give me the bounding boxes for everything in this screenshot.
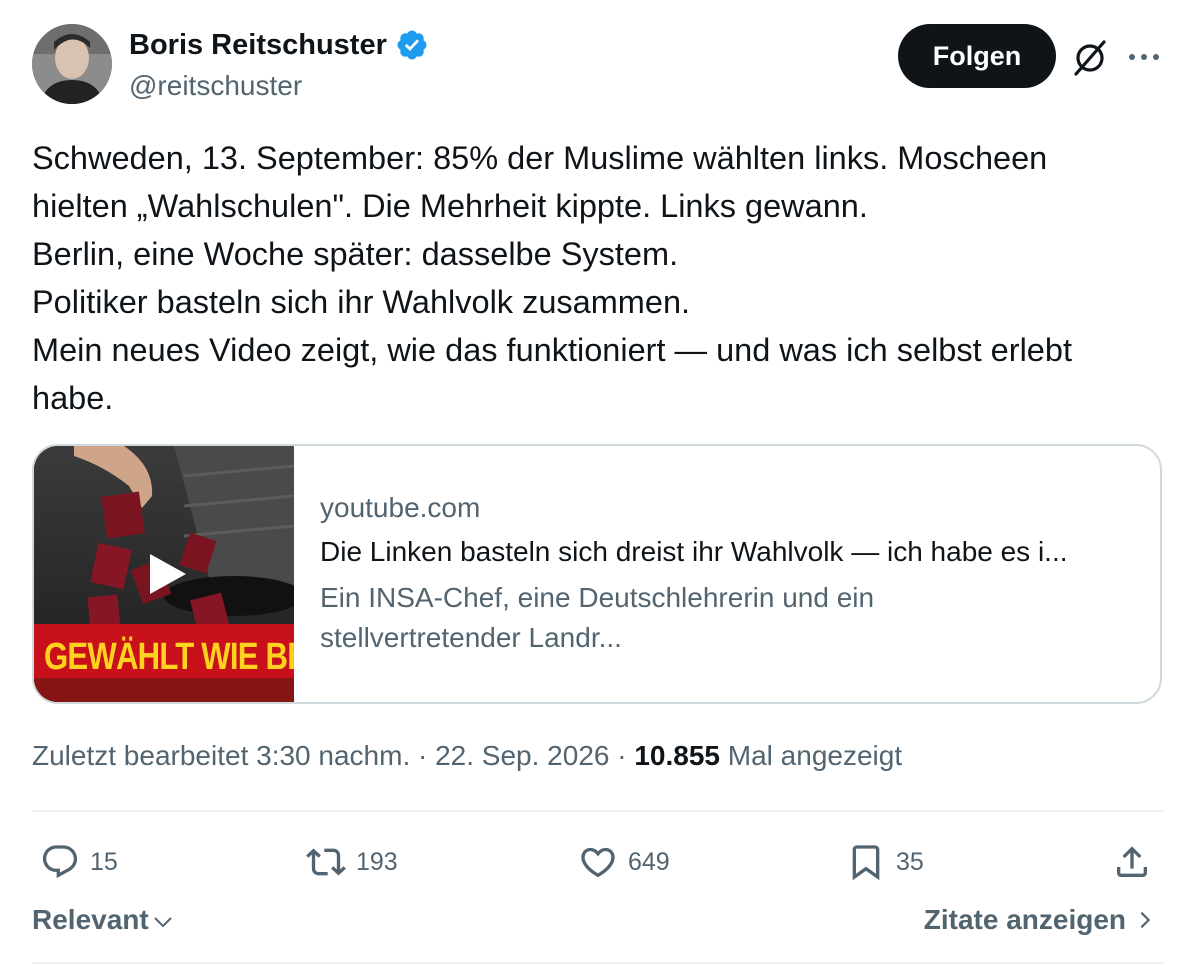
heart-icon bbox=[581, 847, 615, 878]
sort-dropdown[interactable]: Relevant bbox=[32, 904, 175, 936]
thumbnail-banner-text: GEWÄHLT WIE BES bbox=[44, 636, 294, 678]
tweet-text: Schweden, 13. September: 85% der Muslime… bbox=[32, 134, 1172, 422]
verified-badge-icon bbox=[397, 30, 427, 60]
tweet-line: Berlin, eine Woche später: dasselbe Syst… bbox=[32, 236, 679, 272]
bookmark-icon bbox=[852, 845, 880, 881]
tweet-line: habe. bbox=[32, 380, 114, 416]
views-label: Mal angezeigt bbox=[720, 740, 903, 771]
share-icon bbox=[1117, 846, 1147, 877]
tweet-line: hielten „Wahlschulen". Die Mehrheit kipp… bbox=[32, 188, 868, 224]
follow-button[interactable]: Folgen bbox=[898, 24, 1056, 88]
views-count: 10.855 bbox=[634, 740, 720, 771]
card-description: Ein INSA-Chef, eine Deutschlehrerin und … bbox=[320, 578, 1140, 658]
author-name[interactable]: Boris Reitschuster bbox=[129, 29, 387, 62]
grok-icon[interactable] bbox=[1070, 38, 1110, 78]
link-preview-card[interactable]: GEWÄHLT WIE BES youtube.com Die Linken b… bbox=[32, 444, 1162, 704]
reply-button[interactable]: 15 bbox=[40, 834, 118, 890]
tweet-line: Schweden, 13. September: 85% der Muslime… bbox=[32, 140, 1048, 176]
reply-count: 15 bbox=[90, 847, 118, 876]
share-button[interactable] bbox=[1112, 834, 1152, 890]
edited-timestamp[interactable]: Zuletzt bearbeitet 3:30 nachm. · 22. Sep… bbox=[32, 740, 634, 771]
chevron-down-icon bbox=[154, 917, 172, 928]
like-count: 649 bbox=[628, 847, 670, 876]
tweet-header: Boris Reitschuster @reitschuster Folgen bbox=[32, 22, 1164, 106]
divider bbox=[32, 810, 1164, 812]
sort-label: Relevant bbox=[32, 904, 149, 935]
repost-button[interactable]: 193 bbox=[306, 834, 398, 890]
bookmark-count: 35 bbox=[896, 847, 924, 876]
bookmark-button[interactable]: 35 bbox=[846, 834, 924, 890]
reply-icon bbox=[42, 845, 78, 879]
repost-count: 193 bbox=[356, 847, 398, 876]
card-title: Die Linken basteln sich dreist ihr Wahlv… bbox=[320, 536, 1068, 567]
tweet-line: Politiker basteln sich ihr Wahlvolk zusa… bbox=[32, 284, 691, 320]
action-bar: 15 193 649 35 bbox=[32, 834, 1164, 890]
chevron-right-icon bbox=[1140, 911, 1151, 929]
avatar[interactable] bbox=[32, 24, 112, 104]
author-handle[interactable]: @reitschuster bbox=[129, 70, 302, 102]
card-description-line: Ein INSA-Chef, eine Deutschlehrerin und … bbox=[320, 582, 875, 613]
card-domain: youtube.com bbox=[320, 492, 481, 523]
tweet-meta: Zuletzt bearbeitet 3:30 nachm. · 22. Sep… bbox=[32, 740, 902, 772]
more-options-icon[interactable] bbox=[1124, 42, 1164, 72]
repost-icon bbox=[306, 848, 346, 876]
quotes-label: Zitate anzeigen bbox=[923, 904, 1126, 935]
video-thumbnail[interactable]: GEWÄHLT WIE BES bbox=[34, 446, 294, 702]
tweet-line: Mein neues Video zeigt, wie das funktion… bbox=[32, 332, 1072, 368]
divider bbox=[32, 962, 1164, 964]
like-button[interactable]: 649 bbox=[578, 834, 670, 890]
view-quotes-link[interactable]: Zitate anzeigen bbox=[924, 904, 1156, 936]
card-description-line: stellvertretender Landr... bbox=[320, 622, 622, 653]
